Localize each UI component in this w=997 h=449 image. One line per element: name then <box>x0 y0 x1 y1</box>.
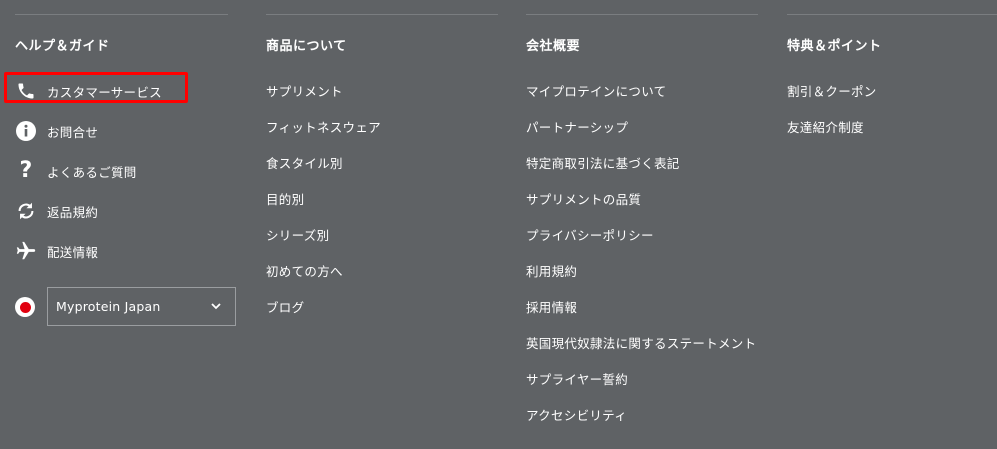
products-link-diet-style[interactable]: 食スタイル別 <box>266 153 343 172</box>
help-item-contact[interactable]: お問合せ <box>15 119 98 143</box>
japan-flag-icon <box>15 297 35 317</box>
region-select-value: Myprotein Japan <box>56 299 161 314</box>
perks-link-discounts[interactable]: 割引＆クーポン <box>787 81 877 100</box>
products-link-supplements[interactable]: サプリメント <box>266 81 343 100</box>
company-link-privacy[interactable]: プライバシーポリシー <box>526 225 654 244</box>
company-column: 会社概要 マイプロテインについて パートナーシップ 特定商取引法に基づく表記 サ… <box>526 0 758 449</box>
refresh-icon <box>15 200 37 222</box>
phone-icon <box>15 80 37 102</box>
help-item-delivery[interactable]: 配送情報 <box>15 239 98 263</box>
help-item-returns[interactable]: 返品規約 <box>15 199 98 223</box>
perks-divider <box>787 14 997 15</box>
company-link-quality[interactable]: サプリメントの品質 <box>526 189 641 208</box>
question-icon: ? <box>19 158 33 183</box>
company-link-modern-slavery[interactable]: 英国現代奴隷法に関するステートメント <box>526 333 756 352</box>
help-item-label: お問合せ <box>47 124 99 140</box>
products-link-series[interactable]: シリーズ別 <box>266 225 329 244</box>
perks-column: 特典＆ポイント 割引＆クーポン 友達紹介制度 <box>787 0 997 449</box>
perks-link-referral[interactable]: 友達紹介制度 <box>787 117 864 136</box>
help-item-label: カスタマーサービス <box>47 84 162 100</box>
help-item-faq[interactable]: ? よくあるご質問 <box>15 159 137 183</box>
products-link-blog[interactable]: ブログ <box>266 297 304 316</box>
help-item-label: 配送情報 <box>47 244 99 260</box>
products-link-fitnesswear[interactable]: フィットネスウェア <box>266 117 381 136</box>
company-link-legal-notice[interactable]: 特定商取引法に基づく表記 <box>526 153 680 172</box>
company-title: 会社概要 <box>526 39 581 54</box>
info-icon <box>15 120 37 142</box>
help-column: ヘルプ＆ガイド <box>15 0 228 449</box>
company-link-supplier-pledge[interactable]: サプライヤー誓約 <box>526 369 628 388</box>
products-column: 商品について サプリメント フィットネスウェア 食スタイル別 目的別 シリーズ別… <box>266 0 498 449</box>
company-link-terms[interactable]: 利用規約 <box>526 261 577 280</box>
company-link-accessibility[interactable]: アクセシビリティ <box>526 405 627 424</box>
company-link-partnership[interactable]: パートナーシップ <box>526 117 628 136</box>
help-divider <box>15 14 228 15</box>
help-item-label: よくあるご質問 <box>47 164 137 180</box>
products-divider <box>266 14 498 15</box>
products-link-beginners[interactable]: 初めての方へ <box>266 261 343 280</box>
products-link-goal[interactable]: 目的別 <box>266 189 304 208</box>
airplane-icon <box>15 240 37 262</box>
company-link-careers[interactable]: 採用情報 <box>526 297 577 316</box>
perks-title: 特典＆ポイント <box>787 39 882 54</box>
help-item-customer-service[interactable]: カスタマーサービス <box>15 79 162 103</box>
company-divider <box>526 14 758 15</box>
products-title: 商品について <box>266 39 347 54</box>
company-link-about[interactable]: マイプロテインについて <box>526 81 666 100</box>
region-select[interactable]: Myprotein Japan <box>47 287 236 326</box>
chevron-down-icon <box>210 300 222 315</box>
help-title: ヘルプ＆ガイド <box>15 39 110 54</box>
help-item-label: 返品規約 <box>47 204 99 220</box>
